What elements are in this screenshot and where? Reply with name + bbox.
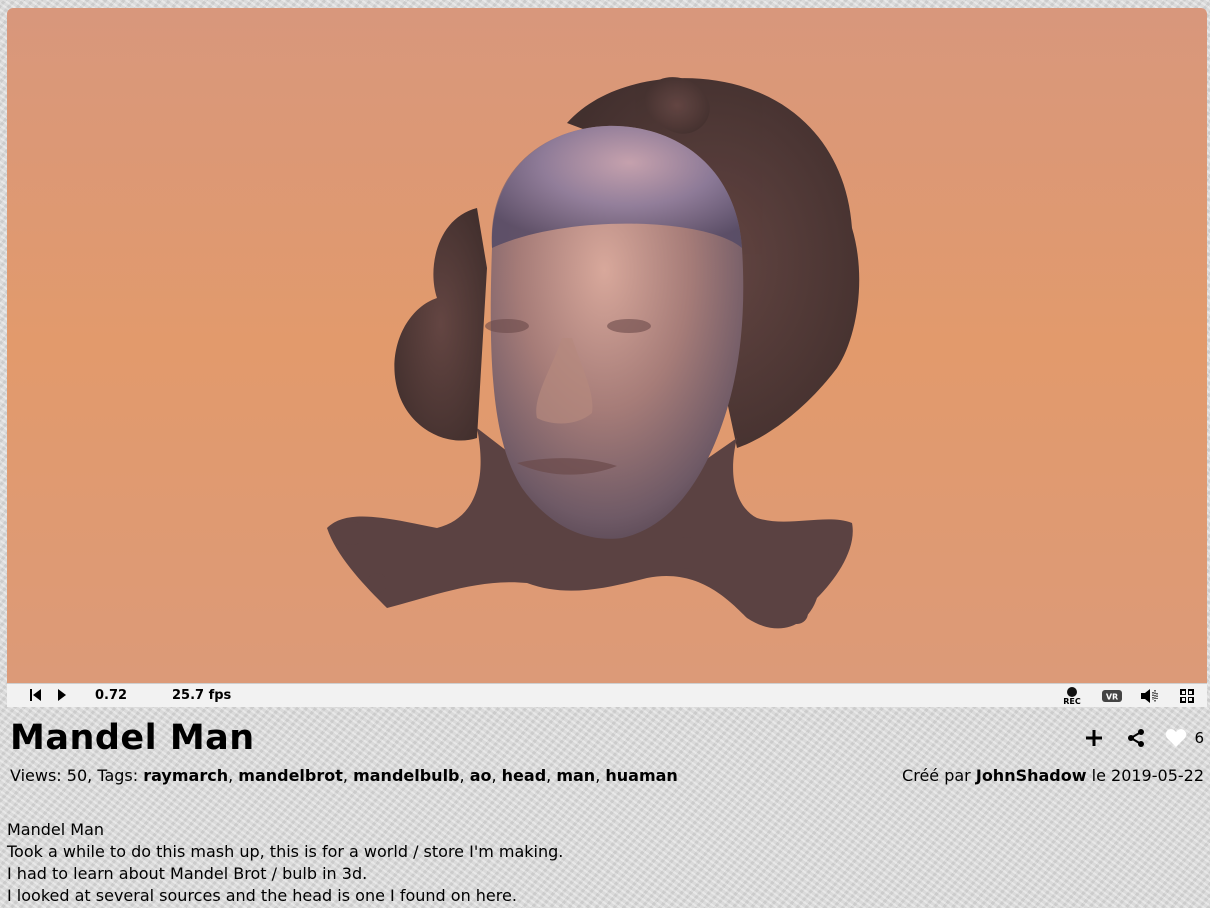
likes-count: 6 xyxy=(1194,729,1204,747)
tag-link[interactable]: head xyxy=(502,766,547,785)
author-link[interactable]: JohnShadow xyxy=(976,766,1087,785)
share-icon[interactable] xyxy=(1122,724,1150,752)
tag-link[interactable]: mandelbrot xyxy=(238,766,343,785)
time-readout: 0.72 xyxy=(95,688,128,703)
shader-canvas[interactable] xyxy=(7,8,1207,683)
volume-icon[interactable] xyxy=(1139,687,1159,705)
tag-link[interactable]: man xyxy=(556,766,595,785)
record-icon[interactable]: REC xyxy=(1061,685,1083,707)
tag-link[interactable]: raymarch xyxy=(143,766,228,785)
shader-render xyxy=(327,77,860,629)
tag-link[interactable]: ao xyxy=(470,766,492,785)
created-date: 2019-05-22 xyxy=(1111,766,1204,785)
vr-headset-icon[interactable]: VR xyxy=(1101,688,1123,704)
fps-readout: 25.7 fps xyxy=(172,688,232,703)
author-credit: Créé par JohnShadow le 2019-05-22 xyxy=(902,766,1204,785)
heart-icon[interactable] xyxy=(1162,724,1190,752)
created-suffix: le xyxy=(1091,766,1106,785)
description-line: Mandel Man xyxy=(7,820,105,839)
vr-label: VR xyxy=(1106,693,1118,702)
play-icon[interactable] xyxy=(55,688,69,702)
shader-title: Mandel Man xyxy=(10,718,255,758)
created-prefix: Créé par xyxy=(902,766,971,785)
tags-label: Tags: xyxy=(97,766,139,785)
description-line: I looked at several sources and the head… xyxy=(7,886,517,905)
tag-link[interactable]: mandelbulb xyxy=(353,766,459,785)
description-line: I had to learn about Mandel Brot / bulb … xyxy=(7,864,368,883)
rec-label: REC xyxy=(1063,696,1081,706)
shader-description: Mandel Man Took a while to do this mash … xyxy=(7,819,563,907)
player-controls: 0.72 25.7 fps REC VR xyxy=(7,683,1207,707)
tag-link[interactable]: huaman xyxy=(605,766,677,785)
plus-icon[interactable] xyxy=(1080,724,1108,752)
description-line: Took a while to do this mash up, this is… xyxy=(7,842,564,861)
shader-meta: Views: 50, Tags: raymarch, mandelbrot, m… xyxy=(10,766,678,785)
fullscreen-icon[interactable] xyxy=(1179,688,1195,704)
views-count: 50 xyxy=(66,766,88,785)
skip-back-icon[interactable] xyxy=(29,688,43,702)
shader-actions: 6 xyxy=(1066,724,1204,752)
views-label: Views: xyxy=(10,766,62,785)
